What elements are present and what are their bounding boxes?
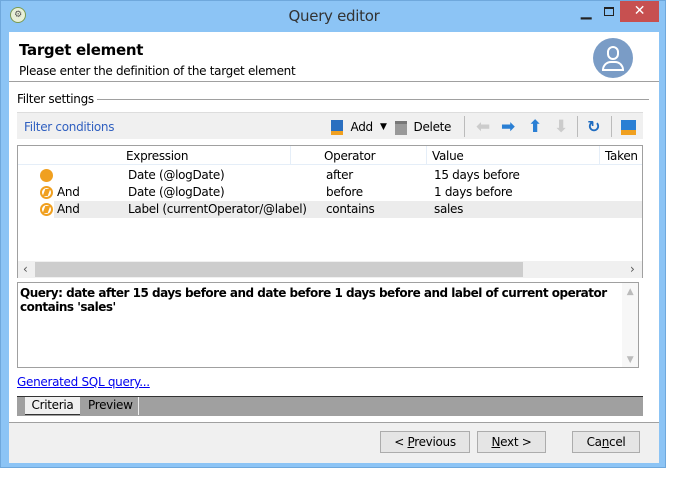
condition-icon [40,169,53,182]
query-textarea[interactable]: Query: date after 15 days before and dat… [17,282,639,368]
column-expression[interactable]: Expression [126,149,188,163]
add-icon [331,120,343,135]
grid-header: Expression Operator Value Taken [18,146,642,165]
previous-button[interactable]: < Previous [380,431,470,453]
column-value[interactable]: Value [432,149,464,163]
expression-cell: Label (currentOperator/@label) [128,202,307,216]
tab-bar: Criteria Preview [17,396,643,416]
condition-and-icon [40,186,53,199]
value-cell: sales [434,202,464,216]
arrow-down-icon[interactable]: ⬇ [554,117,568,137]
add-label: Add [350,120,374,134]
value-cell: 15 days before [434,168,520,182]
divider [97,99,649,100]
value-cell: 1 days before [434,185,513,199]
operator-cell: after [326,168,353,182]
refresh-filter-icon[interactable]: ↻ [587,117,600,137]
column-taken[interactable]: Taken [605,149,638,163]
page-subtitle: Please enter the definition of the targe… [19,64,296,78]
tab-preview[interactable]: Preview [82,397,139,415]
link-cell: And [57,185,80,199]
page-title: Target element [19,41,144,59]
add-dropdown-icon[interactable]: ▼ [380,117,387,137]
link-cell: And [57,202,80,216]
divider [9,81,659,82]
vertical-scrollbar[interactable]: ▲ ▼ [622,283,638,367]
cancel-button[interactable]: Cancel [572,431,640,453]
expression-cell: Date (@logDate) [128,185,225,199]
trash-icon [395,120,407,135]
arrow-left-icon[interactable]: ⬅ [476,117,490,137]
table-row[interactable]: Date (@logDate) after 15 days before [18,167,642,184]
scroll-left-icon[interactable]: ‹ [23,262,28,276]
add-button[interactable]: Add [331,117,373,137]
horizontal-scrollbar[interactable]: ‹ › [18,261,642,278]
delete-label: Delete [413,120,452,134]
title-bar[interactable]: ⚙ Query editor ▁ ✕ [1,1,667,31]
scrollbar-thumb[interactable] [35,262,523,277]
query-text: Query: date after 15 days before and dat… [20,286,607,314]
expression-cell: Date (@logDate) [128,168,225,182]
query-editor-window: ⚙ Query editor ▁ ✕ Target element Please… [0,0,666,468]
next-button[interactable]: Next > [477,431,546,453]
filter-conditions-title: Filter conditions [24,120,115,134]
table-row[interactable]: And Label (currentOperator/@label) conta… [18,201,642,218]
delete-button[interactable]: Delete [395,117,451,137]
close-icon[interactable]: ✕ [620,1,659,22]
column-operator[interactable]: Operator [324,149,376,163]
dialog-footer: < Previous Next > Cancel [9,423,659,463]
dialog-body: Target element Please enter the definiti… [9,32,659,463]
table-row[interactable]: And Date (@logDate) before 1 days before [18,184,642,201]
condition-and-icon [40,203,53,216]
arrow-up-icon[interactable]: ⬆ [528,117,542,137]
window-title: Query editor [288,7,380,25]
generated-sql-link[interactable]: Generated SQL query... [17,375,150,389]
tab-criteria[interactable]: Criteria [25,397,80,415]
arrow-right-icon[interactable]: ➡ [501,117,515,137]
conditions-grid: Expression Operator Value Taken Date (@l… [17,145,643,278]
minimize-icon[interactable]: ▁ [575,1,597,23]
scroll-right-icon[interactable]: › [630,262,635,276]
operator-cell: contains [326,202,375,216]
user-icon [593,38,633,78]
operator-cell: before [326,185,363,199]
filter-toolbar: Filter conditions Add ▼ Delete ⬅ ➡ ⬆ ⬇ ↻ [17,112,643,139]
maximize-icon[interactable] [598,1,620,23]
filter-settings-label: Filter settings [17,92,94,106]
save-icon[interactable] [621,117,636,137]
